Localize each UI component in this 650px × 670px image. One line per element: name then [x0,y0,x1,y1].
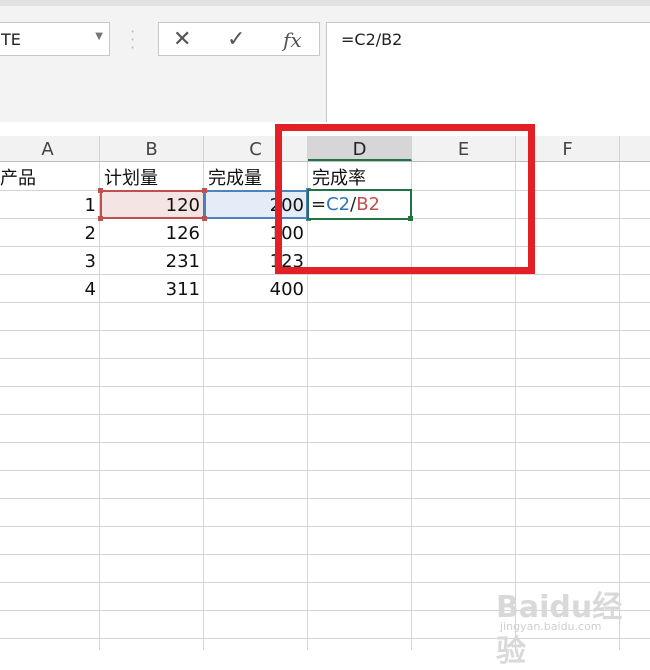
gridline [0,554,650,555]
cell-a4[interactable]: 3 [0,247,100,275]
column-header-g[interactable] [620,136,650,161]
cell-b5[interactable]: 311 [100,275,204,303]
cell-a5[interactable]: 4 [0,275,100,303]
formula-text: =C2/B2 [341,30,403,49]
gridline [0,498,650,499]
gridline [0,442,650,443]
cell-a2[interactable]: 1 [0,191,100,219]
gridline [0,526,650,527]
cell-a1[interactable]: 产品 [0,164,100,192]
gridline [0,470,650,471]
gridline [619,162,620,650]
chevron-down-icon[interactable]: ▼ [95,31,103,42]
watermark-url: jingyan.baidu.com [500,620,602,633]
gridline [0,414,650,415]
annotation-highlight-box [275,124,535,274]
cell-c5[interactable]: 400 [204,275,308,303]
insert-function-icon[interactable]: fx [283,28,302,52]
cancel-icon[interactable]: ✕ [173,27,191,52]
cell-b2[interactable]: 120 [100,191,204,219]
name-box[interactable]: TE ▼ [0,22,110,56]
cell-b1[interactable]: 计划量 [100,164,204,192]
formula-buttons: ✕ ✓ fx [158,22,320,56]
cell-a3[interactable]: 2 [0,219,100,247]
drag-handle-icon[interactable]: · · · [130,24,135,56]
cell-b3[interactable]: 126 [100,219,204,247]
gridline [0,330,650,331]
gridline [0,358,650,359]
column-header-a[interactable]: A [0,136,100,161]
cell-b4[interactable]: 231 [100,247,204,275]
enter-icon[interactable]: ✓ [227,27,245,52]
gridline [0,386,650,387]
ribbon-edge [0,0,650,6]
name-box-value: TE [1,30,21,49]
column-header-b[interactable]: B [100,136,204,161]
formula-bar-area: TE ▼ · · · ✕ ✓ fx =C2/B2 [0,0,650,122]
formula-input[interactable]: =C2/B2 [326,22,650,122]
